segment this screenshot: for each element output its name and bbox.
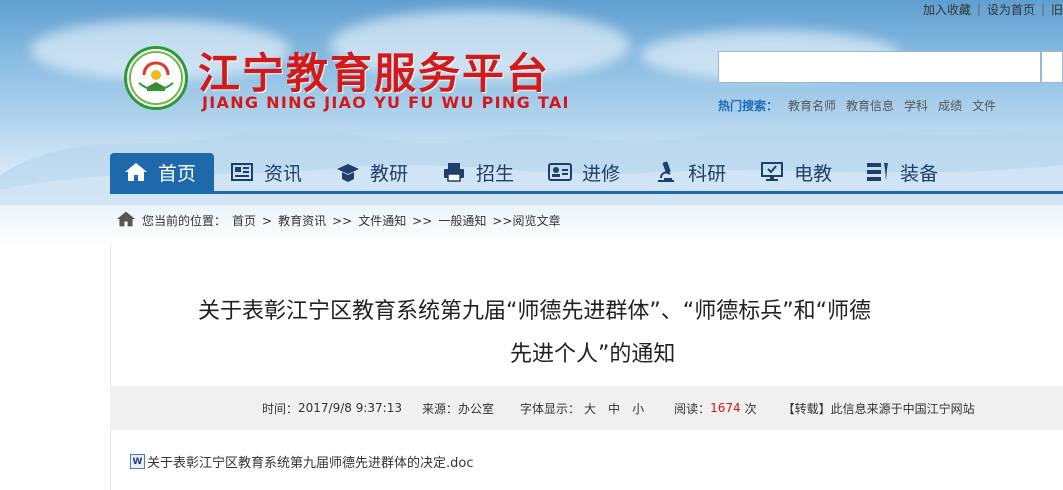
nav-item-enrollment[interactable]: 招生 — [428, 153, 532, 191]
breadcrumb: 您当前的位置： 首页 > 教育资讯 >> 文件通知 >> 一般通知 >>阅览文章 — [116, 210, 560, 231]
breadcrumb-prefix: 您当前的位置： — [142, 214, 227, 228]
id-card-icon — [548, 161, 574, 183]
hot-term[interactable]: 教育信息 — [846, 97, 894, 114]
separator: | — [976, 2, 981, 16]
nav-item-label: 科研 — [688, 162, 727, 185]
publish-time: 2017/9/8 9:37:13 — [298, 401, 402, 415]
source-value: 办公室 — [458, 401, 495, 416]
nav-item-label: 首页 — [158, 162, 197, 185]
newspaper-icon — [230, 161, 256, 183]
nav-item-equipment[interactable]: 装备 — [852, 153, 956, 191]
breadcrumb-link-home[interactable]: 首页 — [232, 212, 256, 229]
nav-item-news[interactable]: 资讯 — [216, 153, 320, 191]
site-pinyin: JIANG NING JIAO YU FU WU PING TAI — [202, 93, 570, 112]
article-title-line1: 关于表彰江宁区教育系统第九届“师德先进群体”、“师德标兵”和“师德 — [198, 299, 871, 324]
article-meta-bar: 时间： 2017/9/8 9:37:13 来源： 办公室 字体显示： 大 中 小… — [110, 386, 1063, 430]
breadcrumb-link-news[interactable]: 教育资讯 — [278, 212, 326, 229]
breadcrumb-separator: >> — [412, 213, 433, 228]
read-count-label: 阅读： — [674, 401, 711, 416]
time-label: 时间： — [262, 401, 299, 416]
nav-item-label: 招生 — [476, 162, 515, 185]
printer-icon — [442, 161, 468, 183]
font-size-medium[interactable]: 中 — [608, 400, 620, 417]
nav-item-label: 教研 — [370, 162, 409, 185]
hot-search: 热门搜索： 教育名师 教育信息 学科 成绩 文件 — [718, 97, 996, 114]
nav-item-research[interactable]: 科研 — [640, 153, 744, 191]
site-title: 江宁教育服务平台 — [198, 49, 551, 98]
read-count: 1674 — [710, 401, 741, 415]
nav-item-label: 装备 — [900, 162, 939, 185]
tools-icon — [866, 161, 892, 183]
nav-item-label: 进修 — [582, 162, 621, 185]
old-version-link[interactable]: 旧 — [1051, 1, 1063, 18]
breadcrumb-link-file-notice[interactable]: 文件通知 — [358, 212, 406, 229]
set-homepage-link[interactable]: 设为首页 — [987, 1, 1035, 18]
add-favorite-link[interactable]: 加入收藏 — [923, 1, 971, 18]
graduation-cap-icon — [336, 161, 362, 183]
font-size-label: 字体显示： — [520, 401, 581, 416]
school-emblem-icon — [124, 46, 188, 110]
search-input[interactable] — [718, 51, 1041, 83]
font-size-large[interactable]: 大 — [584, 400, 596, 417]
header-banner — [0, 0, 1063, 245]
breadcrumb-link-general-notice[interactable]: 一般通知 — [438, 212, 486, 229]
read-count-unit: 次 — [744, 401, 757, 416]
breadcrumb-separator: > — [262, 213, 273, 228]
source-label: 来源： — [421, 401, 458, 416]
top-links: 加入收藏 | 设为首页 | 旧 — [923, 0, 1063, 18]
breadcrumb-separator: >> — [332, 213, 353, 228]
monitor-icon — [760, 161, 786, 183]
nav-item-home[interactable]: 首页 — [110, 153, 215, 191]
article-title-line2: 先进个人”的通知 — [510, 342, 676, 367]
attachment-link[interactable]: W 关于表彰江宁区教育系统第九届师德先进群体的决定.doc — [130, 452, 474, 471]
main-nav: 首页 资讯 教研 招生 进修 科研 电教 装备 — [110, 153, 958, 193]
hot-term[interactable]: 教育名师 — [788, 97, 836, 114]
font-size-small[interactable]: 小 — [632, 400, 644, 417]
nav-item-training[interactable]: 进修 — [534, 153, 638, 191]
hot-term[interactable]: 学科 — [904, 97, 928, 114]
attachment-name: 关于表彰江宁区教育系统第九届师德先进群体的决定.doc — [147, 456, 474, 471]
repost-source: 【转载】此信息来源于中国江宁网站 — [782, 401, 975, 416]
nav-item-label: 电教 — [794, 162, 833, 185]
nav-item-e-education[interactable]: 电教 — [746, 153, 850, 191]
breadcrumb-current: >>阅览文章 — [492, 214, 561, 228]
microscope-icon — [654, 161, 680, 183]
nav-item-label: 资讯 — [264, 162, 303, 185]
search-button[interactable] — [1042, 51, 1063, 83]
home-icon — [124, 161, 150, 183]
nav-item-teaching-research[interactable]: 教研 — [322, 153, 426, 191]
word-document-icon: W — [130, 454, 145, 469]
hot-term[interactable]: 成绩 — [938, 97, 962, 114]
hot-term[interactable]: 文件 — [972, 97, 996, 114]
home-icon — [116, 210, 136, 231]
hot-search-label: 热门搜索： — [718, 99, 779, 113]
separator: | — [1040, 2, 1045, 16]
